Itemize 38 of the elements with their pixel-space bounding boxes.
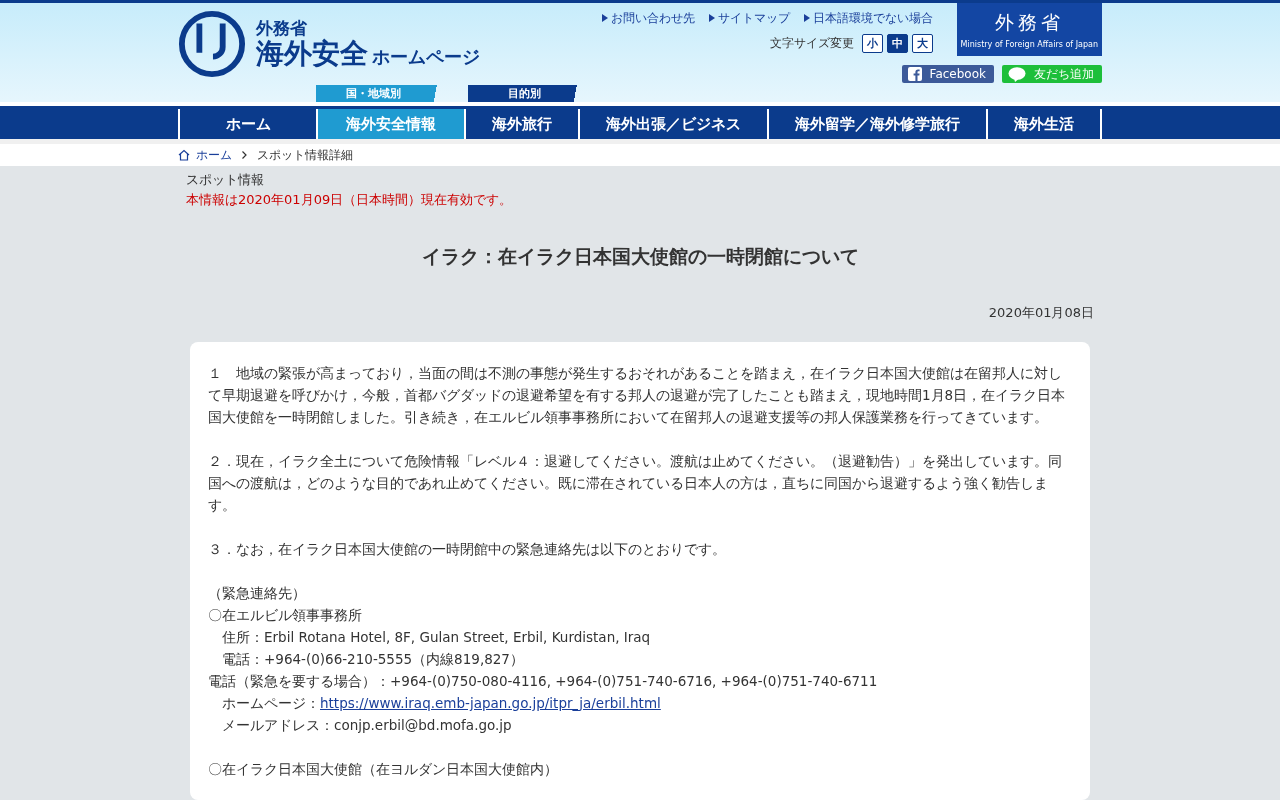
- body-paragraph: ３．なお，在イラク日本国大使館の一時閉館中の緊急連絡先は以下のとおりです。: [208, 540, 727, 559]
- emblem-icon: [178, 10, 246, 78]
- homepage-link[interactable]: https://www.iraq.emb-japan.go.jp/itpr_ja/erbil.html: [320, 695, 661, 711]
- home-icon: [178, 149, 190, 162]
- ministry-badge[interactable]: 外務省 Ministry of Foreign Affairs of Japan: [956, 3, 1102, 56]
- category-label: スポット情報: [186, 171, 264, 189]
- ministry-name: 外務省: [256, 18, 308, 38]
- site-title: 海外安全: [256, 38, 368, 70]
- breadcrumb-current: スポット情報詳細: [257, 147, 353, 163]
- publish-date: 2020年01月08日: [988, 304, 1094, 322]
- font-size-button[interactable]: 中: [886, 34, 908, 53]
- page-title: イラク：在イラク日本国大使館の一時閉館について: [421, 244, 859, 269]
- contact-line: 〇在エルビル領事事務所: [208, 606, 362, 625]
- facebook-button[interactable]: Facebook: [901, 65, 994, 83]
- contact-line: 住所：Erbil Rotana Hotel, 8F, Gulan Street, Erbil, Kurdistan, Iraq: [221, 628, 651, 647]
- site-subtitle: ホームページ: [372, 45, 480, 69]
- contact-line: メールアドレス：conjp.erbil@bd.mofa.go.jp: [221, 716, 512, 735]
- chevron-icon: [242, 151, 247, 160]
- contacts-heading: （緊急連絡先）: [208, 584, 306, 603]
- body-paragraph: ２．現在，イラク全土について危険情報「レベル４：退避してください。渡航は止めてください。（退避勧告）」を発出しています。同国への渡航は，どのような目的であれ止めてください。既に滞在されている日本人の方は，直ちに同国から退避するよう強く勧告します。: [208, 452, 1063, 515]
- contact-line: 電話：+964-(0)66-210-5555（内線819,827）: [221, 650, 524, 669]
- chevron-icon: [803, 14, 810, 22]
- facebook-icon: [907, 67, 922, 81]
- contact-label: ホームページ：: [222, 695, 320, 711]
- utility-link[interactable]: サイトマップ: [708, 11, 790, 26]
- validity-notice: 本情報は2020年01月09日（日本時間）現在有効です。: [186, 191, 513, 209]
- contact-line: 〇在イラク日本国大使館（在ヨルダン日本国大使館内）: [208, 760, 558, 779]
- breadcrumb-link[interactable]: ホーム: [196, 147, 232, 163]
- font-size-button[interactable]: 小: [861, 34, 883, 53]
- contact-line: 電話（緊急を要する場合）：+964-(0)750-080-4116, +964-(0)751-740-6716, +964-(0)751-740-6711: [208, 672, 878, 691]
- font-size-button[interactable]: 大: [911, 34, 933, 53]
- chevron-icon: [601, 14, 608, 22]
- chat-bubble-icon: [1008, 66, 1026, 82]
- utility-link[interactable]: 日本語環境でない場合: [803, 11, 933, 26]
- utility-link[interactable]: お問い合わせ先: [601, 11, 695, 26]
- chevron-icon: [708, 14, 715, 22]
- font-size-label: 文字サイズ変更: [769, 36, 854, 51]
- body-paragraph: １ 地域の緊張が高まっており，当面の間は不測の事態が発生するおそれがあることを踏まえ，在イラク日本国大使館は在留邦人に対して早期退避を呼びかけ，今般，首都バグダッドの退避希望を有する邦人の退避が完了したことも踏まえ，現地時間1月8日，在イラク日本国大使館を一時閉館しました。引き続き，在エルビル領事事務所において在留邦人の退避支援等の邦人保護業務を行ってきています。: [208, 364, 1067, 427]
